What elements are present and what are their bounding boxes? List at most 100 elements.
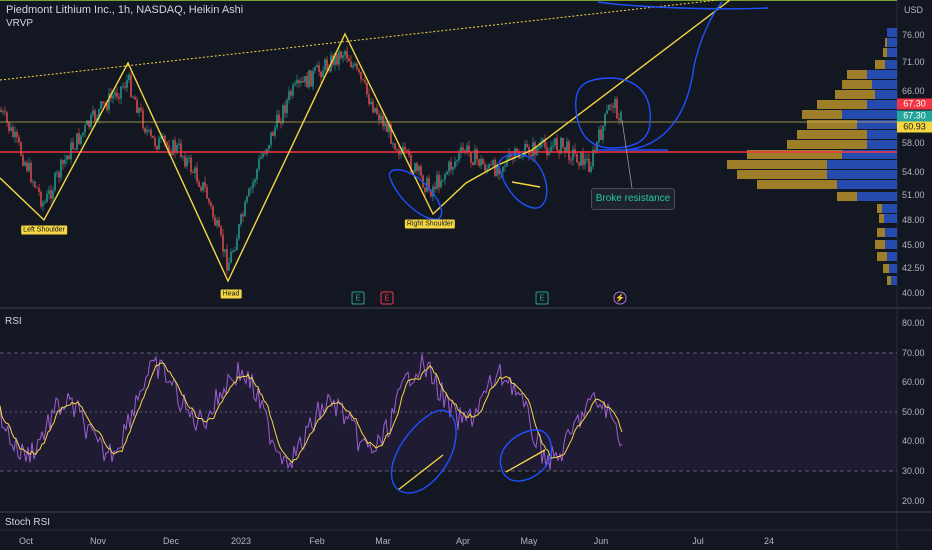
candle-body [450, 161, 452, 170]
candle-body [240, 214, 242, 225]
volume-profile-bar-down [847, 70, 867, 79]
chart-canvas[interactable] [0, 0, 932, 550]
candle-body [44, 201, 46, 203]
candle-body [434, 186, 436, 190]
candle-body [16, 131, 18, 138]
candle-body [216, 220, 218, 226]
candle-body [90, 114, 92, 127]
volume-profile-bar-up [837, 180, 897, 189]
candle-body [414, 163, 416, 173]
candle-body [20, 142, 22, 156]
candle-body [120, 86, 122, 99]
candle-body [566, 141, 568, 152]
candle-body [154, 137, 156, 147]
volume-profile-bar-up [867, 70, 897, 79]
candle-body [8, 122, 10, 131]
candle-body [316, 65, 318, 68]
volume-profile-bar-up [891, 276, 897, 285]
candle-body [30, 163, 32, 183]
candle-body [368, 94, 370, 105]
candle-body [392, 143, 394, 145]
candle-body [92, 110, 94, 115]
candle-body [48, 190, 50, 194]
volume-profile-bar-up [887, 38, 897, 47]
last-price-tag: 67.30 [897, 98, 932, 110]
candle-body [268, 145, 270, 149]
volume-profile-bar-up [887, 252, 897, 261]
earnings-icon[interactable]: E [351, 291, 365, 305]
candle-body [472, 162, 474, 165]
candle-body [374, 108, 376, 113]
candle-body [14, 131, 16, 138]
candle-body [260, 157, 262, 159]
candle-body [230, 251, 232, 263]
candle-body [546, 147, 548, 155]
candle-body [150, 129, 152, 136]
broke-resistance-callout[interactable]: Broke resistance [591, 188, 675, 210]
candle-body [252, 182, 254, 188]
candle-body [64, 159, 66, 164]
candle-body [488, 164, 490, 169]
candle-body [144, 128, 146, 133]
candle-body [24, 162, 26, 166]
candle-body [404, 146, 406, 151]
volume-profile-bar-down [837, 192, 857, 201]
candle-body [196, 167, 198, 182]
candle-body [448, 161, 450, 172]
earnings-icon[interactable]: E [535, 291, 549, 305]
price-tick: 48.00 [902, 215, 925, 225]
volume-profile-bar-up [887, 48, 897, 57]
price-tick: 42.50 [902, 263, 925, 273]
candle-body [70, 142, 72, 160]
candle-body [210, 202, 212, 207]
rsi-pane-label[interactable]: RSI [5, 316, 22, 327]
right-shoulder-label[interactable]: Right Shoulder [404, 219, 456, 229]
candle-body [584, 158, 586, 166]
volume-profile-bar-down [877, 252, 887, 261]
candle-body [46, 193, 48, 202]
candle-body [248, 189, 250, 197]
candle-body [484, 164, 486, 171]
candle-body [238, 224, 240, 239]
candle-body [218, 220, 220, 227]
event-icon[interactable]: ⚡ [613, 291, 627, 305]
earnings-icon[interactable]: E [380, 291, 394, 305]
candle-body [112, 95, 114, 99]
price-tick: 66.00 [902, 86, 925, 96]
candle-body [102, 101, 104, 104]
candle-body [326, 59, 328, 70]
candle-body [520, 157, 522, 159]
volume-profile-bar-up [827, 160, 897, 169]
candle-body [482, 159, 484, 165]
candle-body [158, 138, 160, 150]
candle-body [54, 173, 56, 191]
volume-profile-bar-down [842, 80, 872, 89]
candle-body [562, 137, 564, 148]
candle-body [0, 110, 2, 112]
candle-body [458, 153, 460, 161]
symbol-title[interactable]: Piedmont Lithium Inc., 1h, NASDAQ, Heiki… [6, 4, 243, 16]
indicator-label[interactable]: VRVP [6, 18, 33, 29]
candle-body [436, 174, 438, 190]
candle-body [184, 156, 186, 167]
candle-body [406, 150, 408, 152]
candle-body [616, 98, 618, 119]
candle-body [12, 127, 14, 138]
price-tick: 45.00 [902, 240, 925, 250]
candle-body [478, 159, 480, 166]
stoch-rsi-pane-label[interactable]: Stoch RSI [5, 517, 50, 528]
candle-body [386, 123, 388, 133]
volume-profile-bar-down [883, 264, 889, 273]
candle-body [4, 111, 6, 113]
left-shoulder-label[interactable]: Left Shoulder [21, 225, 67, 235]
time-tick: 2023 [230, 536, 252, 546]
close-price-tag: 67.30 [897, 110, 932, 122]
candle-body [284, 105, 286, 114]
candle-body [140, 108, 142, 111]
candle-body [338, 51, 340, 65]
candle-body [538, 147, 540, 149]
candle-body [556, 138, 558, 151]
price-tick: 51.00 [902, 190, 925, 200]
candle-body [234, 250, 236, 252]
head-label[interactable]: Head [220, 289, 242, 299]
